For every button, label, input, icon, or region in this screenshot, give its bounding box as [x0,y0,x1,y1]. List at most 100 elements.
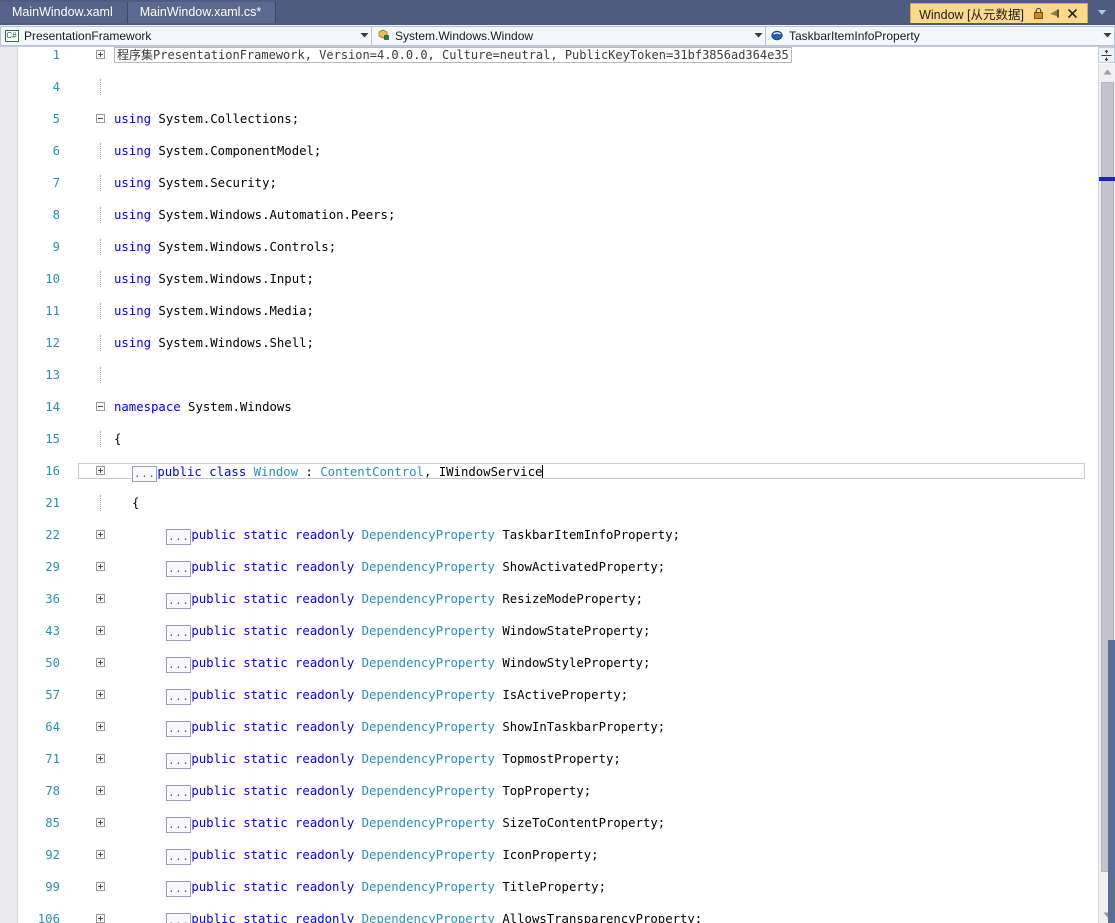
tab-mainwindow-xaml[interactable]: MainWindow.xaml [0,2,128,23]
split-view-button[interactable] [1098,47,1115,63]
collapsed-region-ellipsis[interactable]: ... [166,881,192,897]
code-line[interactable]: 1 程序集 PresentationFramework, Version=4.0.… [18,47,1115,63]
code-line[interactable]: 8 using System.Windows.Automation.Peers; [18,207,1115,223]
collapse-icon[interactable] [96,402,105,411]
collapsed-region-ellipsis[interactable]: ... [166,625,192,641]
expand-icon[interactable] [96,466,105,475]
outlining-guide [100,303,102,319]
code-line[interactable]: 36... public static readonly DependencyPr… [18,591,1115,609]
code-line[interactable]: 64... public static readonly DependencyPr… [18,719,1115,737]
line-number: 78 [45,784,60,798]
code-editor[interactable]: 1 程序集 PresentationFramework, Version=4.0.… [0,47,1115,923]
line-number: 64 [45,720,60,734]
collapsed-region-ellipsis[interactable]: ... [166,593,192,609]
code-token: TaskbarItemInfoProperty; [494,528,681,542]
code-token: public static readonly [191,848,355,862]
code-text: ... public static readonly DependencyProp… [166,879,606,897]
line-number: 50 [45,656,60,670]
code-line[interactable]: 71... public static readonly DependencyPr… [18,751,1115,769]
expand-icon[interactable] [96,786,105,795]
code-text-area[interactable]: 1 程序集 PresentationFramework, Version=4.0.… [18,47,1115,923]
collapsed-region-ellipsis[interactable]: ... [166,785,192,801]
collapsed-region-ellipsis[interactable]: ... [166,753,192,769]
expand-icon[interactable] [96,50,105,59]
code-token: public static readonly [191,912,355,923]
close-icon[interactable] [1065,7,1079,21]
code-line[interactable]: 78 ... public static readonly DependencyPr… [18,783,1115,801]
code-line[interactable]: 11 using System.Windows.Media; [18,303,1115,319]
code-token: System.Windows [180,400,292,414]
collapsed-region-ellipsis[interactable]: ... [166,817,192,833]
expand-icon[interactable] [96,882,105,891]
code-token: System.Security; [151,176,277,190]
code-line[interactable]: 22... public static readonly DependencyPr… [18,527,1115,545]
member-dropdown[interactable]: TaskbarItemInfoProperty [765,25,1115,46]
collapsed-region-ellipsis[interactable]: ... [166,657,192,673]
expand-icon[interactable] [96,722,105,731]
code-line[interactable]: 99... public static readonly DependencyPr… [18,879,1115,897]
collapse-icon[interactable] [96,114,105,123]
tab-list-dropdown-button[interactable] [1093,5,1111,21]
collapsed-region-ellipsis[interactable]: ... [166,689,192,705]
collapsed-region-ellipsis[interactable]: ... [166,849,192,865]
tab-window-metadata[interactable]: Window [从元数据] [910,3,1088,23]
expand-icon[interactable] [96,562,105,571]
outlining-guide [100,239,102,255]
expand-icon[interactable] [96,626,105,635]
line-number: 14 [45,400,60,414]
code-line[interactable]: 106... public static readonly DependencyP… [18,911,1115,923]
collapsed-region-ellipsis[interactable]: ... [166,561,192,577]
expand-icon[interactable] [96,530,105,539]
expand-icon[interactable] [96,690,105,699]
chevron-down-icon[interactable] [357,31,371,40]
type-dropdown[interactable]: System.Windows.Window [371,25,766,46]
tab-mainwindow-xaml-cs[interactable]: MainWindow.xaml.cs* [127,2,277,23]
collapsed-region-ellipsis[interactable]: ... [132,466,158,482]
code-line[interactable]: 12 using System.Windows.Shell; [18,335,1115,351]
chevron-down-icon[interactable] [1100,31,1114,40]
collapsed-region-ellipsis[interactable]: ... [166,913,192,923]
code-token: using [114,304,152,318]
expand-icon[interactable] [96,914,105,923]
expand-icon[interactable] [96,658,105,667]
code-line[interactable]: 10 using System.Windows.Input; [18,271,1115,287]
code-line[interactable]: 43... public static readonly DependencyPr… [18,623,1115,641]
code-token: IconProperty; [494,848,599,862]
code-line[interactable]: 16... public class Window : ContentContro… [18,463,1115,482]
code-line[interactable]: 14 namespace System.Windows [18,399,1115,415]
code-token: ContentControl [320,465,424,479]
code-line[interactable]: 92... public static readonly DependencyPr… [18,847,1115,865]
pin-icon[interactable] [1048,7,1062,21]
code-line[interactable]: 13 [18,367,1115,383]
code-line[interactable]: 4 [18,79,1115,95]
code-token: public static readonly [191,656,355,670]
project-dropdown[interactable]: C# PresentationFramework [0,25,372,46]
line-number: 71 [45,752,60,766]
expand-icon[interactable] [96,850,105,859]
code-line[interactable]: 15 { [18,431,1115,447]
code-line[interactable]: 50... public static readonly DependencyPr… [18,655,1115,673]
code-line[interactable]: 21 { [18,495,1115,511]
code-line[interactable]: 7 using System.Security; [18,175,1115,191]
collapsed-region-ellipsis[interactable]: ... [166,529,192,545]
expand-icon[interactable] [96,818,105,827]
code-text: ... public static readonly DependencyProp… [166,783,591,801]
code-line[interactable]: 85... public static readonly DependencyPr… [18,815,1115,833]
code-line[interactable]: 57... public static readonly DependencyPr… [18,687,1115,705]
chevron-down-icon[interactable] [751,31,765,40]
triangle-up-icon[interactable] [1099,64,1115,80]
csharp-project-icon: C# [4,29,19,42]
code-token: public static readonly [191,560,355,574]
code-token: 程序集 [114,47,154,63]
code-text: using System.Windows.Media; [114,303,314,319]
code-line[interactable]: 29... public static readonly DependencyPr… [18,559,1115,577]
code-line[interactable]: 5 using System.Collections; [18,111,1115,127]
expand-icon[interactable] [96,754,105,763]
code-line[interactable]: 6 using System.ComponentModel; [18,143,1115,159]
expand-icon[interactable] [96,594,105,603]
code-line[interactable]: 9 using System.Windows.Controls; [18,239,1115,255]
code-token: DependencyProperty [361,688,495,702]
collapsed-region-ellipsis[interactable]: ... [166,721,192,737]
